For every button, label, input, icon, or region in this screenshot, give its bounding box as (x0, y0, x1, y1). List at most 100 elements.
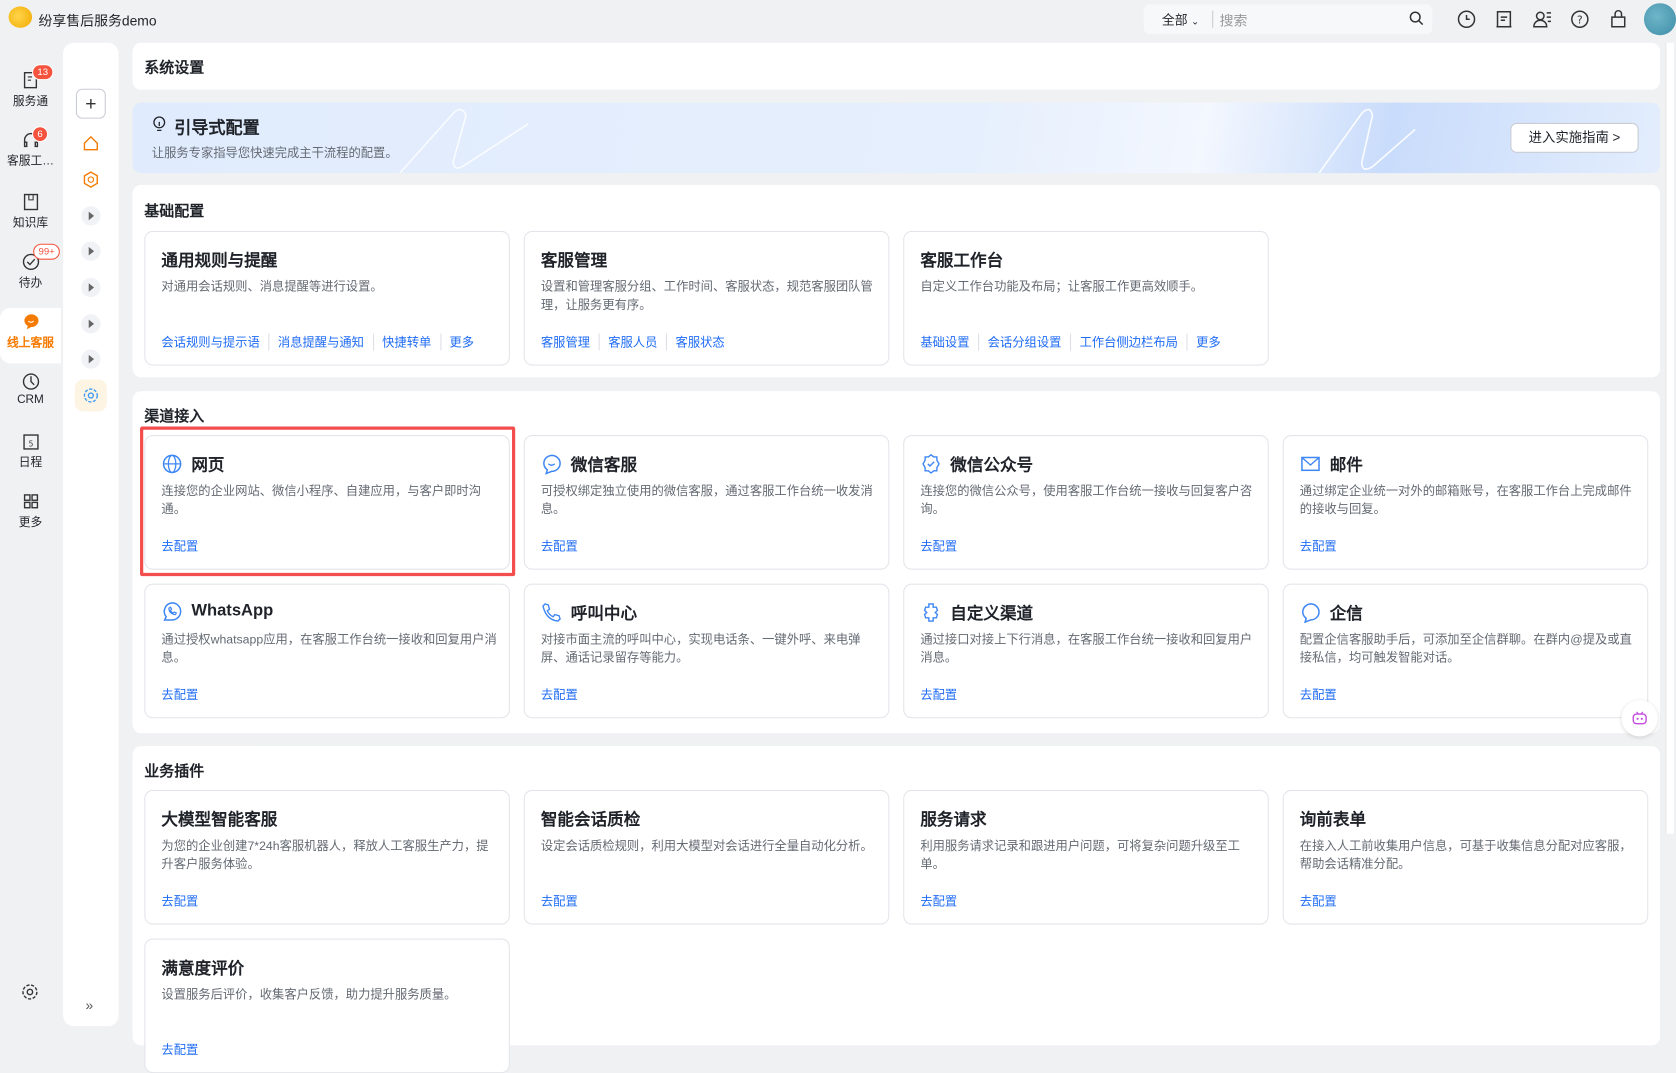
svg-text:5: 5 (28, 439, 33, 448)
plugin-card: 满意度评价 设置服务后评价，收集客户反馈，助力提升服务质量。 去配置 (144, 938, 510, 1073)
expand-arrow-icon[interactable] (81, 349, 101, 369)
configure-link[interactable]: 去配置 (161, 538, 206, 555)
card-link[interactable]: 工作台侧边栏布局 (1069, 333, 1187, 351)
expand-arrow-icon[interactable] (81, 277, 101, 298)
plugin-card: 服务请求 利用服务请求记录和跟进用户问题，可将复杂问题升级至工单。 去配置 (903, 789, 1269, 925)
card-link[interactable]: 客服管理 (541, 333, 599, 350)
configure-link[interactable]: 去配置 (161, 686, 206, 703)
inbox-icon[interactable] (1492, 7, 1516, 31)
config-card: 客服工作台 自定义工作台功能及布局；让客服工作更高效顺手。 基础设置 会话分组设置… (903, 230, 1269, 366)
help-icon[interactable]: ? (1568, 7, 1592, 31)
rail-item-service[interactable]: 服务通 13 (0, 64, 61, 124)
plugin-card: 询前表单 在接入人工前收集用户信息，可基于收集信息分配对应客服，帮助会话精准分配。… (1282, 789, 1649, 925)
rail-item-online-service[interactable]: 线上客服 (0, 307, 61, 364)
chat-bubble-icon (23, 314, 38, 330)
card-title: 通用规则与提醒 (161, 252, 278, 271)
rail-item-knowledge[interactable]: 知识库 (0, 188, 61, 246)
rail-item-agent-workbench[interactable]: 客服工… 6 (0, 126, 61, 184)
configure-link[interactable]: 去配置 (161, 1041, 206, 1058)
card-link[interactable]: 客服人员 (598, 333, 666, 351)
settings-icon[interactable] (20, 982, 39, 1001)
home-icon[interactable] (76, 128, 106, 158)
banner-decoration (399, 108, 1416, 174)
card-description: 连接您的微信公众号，使用客服工作台统一接收与回复客户咨询。 (920, 485, 1253, 517)
card-link-more[interactable]: 更多 (1186, 333, 1229, 351)
rail-item-calendar[interactable]: 5 日程 (0, 428, 61, 486)
card-description: 配置企信客服助手后，可添加至企信群聊。在群内@提及或直接私信，均可触发智能对话。 (1299, 633, 1632, 665)
plugin-card: 大模型智能客服 为您的企业创建7*24h客服机器人，释放人工客服生产力，提升客户服… (144, 789, 510, 925)
expand-arrow-icon[interactable] (81, 241, 101, 261)
card-description: 设置服务后评价，收集客户反馈，助力提升服务质量。 (161, 988, 457, 1002)
card-description: 设定会话质检规则，利用大模型对会话进行全量自动化分析。 (540, 840, 873, 853)
basic-config-section: 基础配置 通用规则与提醒 对通用会话规则、消息提醒等进行设置。 会话规则与提示语… (132, 184, 1661, 378)
configure-link[interactable]: 去配置 (541, 686, 586, 703)
card-link[interactable]: 客服状态 (665, 333, 733, 351)
rail-label: CRM (17, 393, 44, 407)
add-button[interactable]: + (75, 88, 106, 119)
card-title: 大模型智能客服 (161, 811, 278, 830)
expand-arrow-icon[interactable] (81, 314, 101, 334)
configure-link[interactable]: 去配置 (161, 893, 206, 910)
top-bar: 纷享售后服务demo 全部 ⌄ 搜索 ? (0, 0, 1676, 38)
card-title: 邮件 (1329, 456, 1363, 475)
contacts-icon[interactable] (1531, 7, 1555, 31)
rail-item-crm[interactable]: CRM (0, 368, 61, 426)
guide-banner: 引导式配置 让服务专家指导您快速完成主干流程的配置。 进入实施指南 > (132, 102, 1661, 174)
configure-link[interactable]: 去配置 (1300, 538, 1345, 555)
card-title: 呼叫中心 (570, 604, 638, 624)
channel-card: 网页 连接您的企业网站、微信小程序、自建应用，与客户即时沟通。 去配置 (144, 435, 510, 570)
banner-title: 引导式配置 (174, 119, 260, 138)
configure-link[interactable]: 去配置 (1300, 686, 1345, 703)
rail-label: 日程 (18, 456, 43, 470)
assistant-bot-button[interactable] (1621, 700, 1658, 737)
search-scope-label: 全部 (1161, 12, 1188, 28)
channel-icon (1300, 602, 1321, 624)
card-description: 通过授权whatsapp应用，在客服工作台统一接收和回复用户消息。 (161, 633, 497, 665)
card-description: 通过接口对接上下行消息，在客服工作台统一接收和回复用户消息。 (920, 633, 1253, 665)
search-scope-select[interactable]: 全部 ⌄ (1162, 11, 1199, 29)
chevron-down-icon: ⌄ (1191, 16, 1200, 27)
calendar-icon: 5 (22, 434, 39, 450)
card-link-more[interactable]: 更多 (439, 333, 483, 351)
shopping-bag-icon[interactable] (1607, 7, 1631, 31)
search-input[interactable]: 搜索 (1220, 10, 1248, 30)
user-avatar[interactable] (1643, 3, 1676, 36)
expand-arrow-icon[interactable] (81, 206, 101, 226)
channel-section: 渠道接入 网页 连接您的企业网站、微信小程序、自建应用，与客户即时沟通。 去配置 微信… (132, 391, 1661, 734)
book-icon (23, 193, 38, 211)
scrollbar[interactable] (1665, 42, 1674, 834)
configure-link[interactable]: 去配置 (920, 686, 965, 703)
clock-icon (22, 373, 39, 390)
card-description: 自定义工作台功能及布局；让客服工作更高效顺手。 (920, 281, 1204, 294)
configure-link[interactable]: 去配置 (1300, 893, 1345, 910)
card-link[interactable]: 会话分组设置 (978, 333, 1070, 351)
implementation-guide-button[interactable]: 进入实施指南 > (1510, 122, 1639, 153)
card-description: 通过绑定企业统一对外的邮箱账号，在客服工作台上完成邮件的接收与回复。 (1299, 485, 1632, 517)
section-title: 基础配置 (144, 202, 205, 220)
rail-item-more[interactable]: 更多 (0, 487, 61, 545)
card-title: 客服工作台 (920, 252, 1004, 271)
history-icon[interactable] (1455, 7, 1479, 31)
card-description: 对接市面主流的呼叫中心，实现电话条、一键外呼、来电弹屏、通话记录留存等能力。 (540, 633, 861, 665)
card-title: 企信 (1329, 604, 1363, 624)
rail-label: 待办 (18, 276, 43, 290)
card-description: 连接您的企业网站、微信小程序、自建应用，与客户即时沟通。 (161, 485, 482, 517)
collapse-sidebar-icon[interactable]: » (86, 997, 94, 1013)
system-settings-gear-icon[interactable] (74, 379, 107, 412)
global-search[interactable]: 全部 ⌄ 搜索 (1143, 4, 1433, 35)
channel-icon (1300, 453, 1321, 474)
channel-icon (161, 453, 182, 474)
card-title: WhatsApp (191, 601, 274, 620)
card-link[interactable]: 会话规则与提示语 (161, 333, 268, 350)
search-icon[interactable] (1409, 11, 1424, 26)
app-rail: 服务通 13 客服工… 6 知识库 待办 99+ 线上客服 CRM 5 日程 更… (0, 43, 62, 1026)
configure-link[interactable]: 去配置 (920, 893, 965, 910)
card-link[interactable]: 消息提醒与通知 (268, 333, 372, 351)
rail-item-todo[interactable]: 待办 99+ (0, 243, 61, 306)
configure-link[interactable]: 去配置 (541, 893, 586, 910)
card-link[interactable]: 快捷转单 (372, 333, 440, 351)
card-link[interactable]: 基础设置 (920, 333, 978, 350)
configure-link[interactable]: 去配置 (541, 538, 586, 555)
configure-link[interactable]: 去配置 (920, 538, 965, 555)
hexagon-icon[interactable] (76, 165, 106, 195)
